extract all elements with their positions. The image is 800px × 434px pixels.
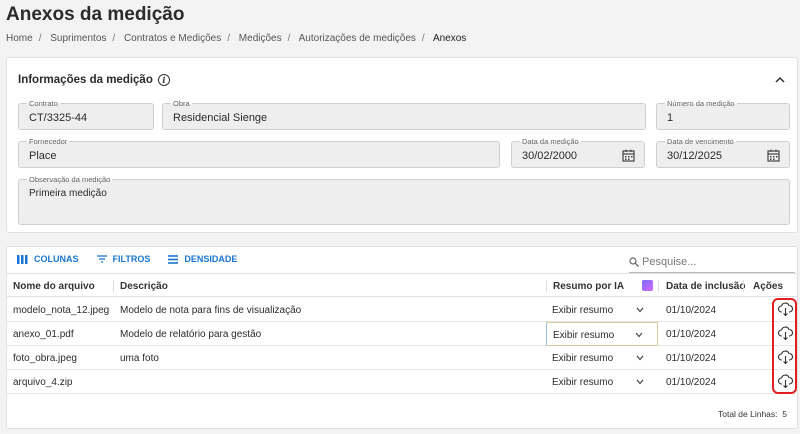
contrato-label: Contrato	[27, 99, 60, 108]
resumo-select[interactable]: Exibir resumo	[546, 322, 658, 346]
numero-medicao-field[interactable]: Número da medição 1	[656, 99, 790, 130]
calendar-icon[interactable]	[767, 149, 780, 162]
cell-name: modelo_nota_12.jpeg	[13, 305, 110, 316]
contrato-value: CT/3325-44	[29, 112, 88, 124]
filters-label: FILTROS	[112, 254, 151, 264]
data-vencimento-label: Data de vencimento	[665, 137, 736, 146]
resumo-value: Exibir resumo	[552, 305, 614, 316]
data-vencimento-field[interactable]: Data de vencimento 30/12/2025	[656, 137, 790, 168]
cell-date: 01/10/2024	[666, 377, 717, 388]
data-medicao-label: Data da medição	[520, 137, 581, 146]
cell-name: anexo_01.pdf	[13, 329, 74, 340]
density-label: DENSIDADE	[184, 254, 238, 264]
cell-name: arquivo_4.zip	[13, 377, 73, 388]
download-highlight	[772, 298, 797, 394]
data-vencimento-value: 30/12/2025	[667, 150, 723, 162]
contrato-field[interactable]: Contrato CT/3325-44	[18, 99, 154, 130]
breadcrumb-medicoes[interactable]: Medições	[239, 33, 282, 44]
attachments-grid: COLUNAS FILTROS DENSIDADE Pesquise... No…	[6, 246, 798, 429]
column-separator[interactable]	[113, 280, 114, 292]
breadcrumb-current: Anexos	[432, 33, 467, 44]
data-medicao-value: 30/02/2000	[522, 150, 578, 162]
ai-sparkle-icon	[642, 280, 653, 291]
columns-button[interactable]: COLUNAS	[17, 254, 79, 264]
resumo-value: Exibir resumo	[553, 330, 615, 341]
total-label: Total de Linhas:	[717, 409, 778, 419]
cell-desc: Modelo de nota para fins de visualização	[120, 305, 302, 316]
chevron-down-icon	[636, 307, 644, 313]
column-separator[interactable]	[743, 280, 744, 292]
grid-toolbar: COLUNAS FILTROS DENSIDADE	[17, 254, 237, 264]
chevron-down-icon	[636, 355, 644, 361]
search-input[interactable]: Pesquise...	[629, 256, 696, 268]
observacao-field[interactable]: Observação da medição Primeira medição	[18, 175, 790, 225]
breadcrumb-suprimentos[interactable]: Suprimentos	[50, 33, 106, 44]
header-name[interactable]: Nome do arquivo	[13, 281, 95, 292]
cell-name: foto_obra.jpeg	[13, 353, 77, 364]
columns-label: COLUNAS	[34, 254, 79, 264]
columns-icon	[17, 254, 28, 264]
breadcrumb-contratos[interactable]: Contratos e Medições	[124, 33, 221, 44]
column-separator[interactable]	[658, 280, 659, 292]
search-placeholder: Pesquise...	[642, 256, 697, 268]
calendar-icon[interactable]	[622, 149, 635, 162]
column-separator[interactable]	[546, 280, 547, 292]
breadcrumb: Home / Suprimentos / Contratos e Medições /…	[6, 33, 467, 44]
resumo-value: Exibir resumo	[552, 377, 614, 388]
total-rows: Total de Linhas: 5	[718, 409, 787, 419]
density-icon	[168, 254, 179, 264]
chevron-down-icon	[636, 379, 644, 385]
cell-desc: uma foto	[120, 353, 159, 364]
resumo-select[interactable]: Exibir resumo	[546, 370, 658, 394]
numero-value: 1	[667, 112, 674, 124]
table-row[interactable]: modelo_nota_12.jpeg Modelo de nota para …	[7, 298, 797, 322]
table-row[interactable]: arquivo_4.zip Exibir resumo 01/10/2024	[7, 370, 797, 394]
cell-desc: Modelo de relatório para gestão	[120, 329, 262, 340]
table-row[interactable]: anexo_01.pdf Modelo de relatório para ge…	[7, 322, 797, 346]
resumo-value: Exibir resumo	[552, 353, 614, 364]
header-resumo[interactable]: Resumo por IA	[553, 281, 624, 292]
info-card-title: Informações da medição i	[18, 74, 170, 86]
table-header: Nome do arquivo Descrição Resumo por IA …	[7, 273, 797, 297]
fornecedor-field[interactable]: Fornecedor Place	[18, 137, 500, 168]
density-button[interactable]: DENSIDADE	[168, 254, 237, 264]
filter-icon	[96, 255, 107, 263]
info-icon[interactable]: i	[157, 74, 170, 86]
observacao-value: Primeira medição	[29, 188, 107, 199]
observacao-label: Observação da medição	[27, 175, 113, 184]
obra-field[interactable]: Obra Residencial Sienge	[162, 99, 646, 130]
obra-label: Obra	[171, 99, 192, 108]
resumo-select[interactable]: Exibir resumo	[546, 298, 658, 322]
header-desc[interactable]: Descrição	[120, 281, 168, 292]
breadcrumb-home[interactable]: Home	[6, 33, 33, 44]
header-date[interactable]: Data de inclusão	[666, 281, 745, 292]
header-actions: Ações	[753, 281, 784, 292]
table-row[interactable]: foto_obra.jpeg uma foto Exibir resumo 01…	[7, 346, 797, 370]
cell-date: 01/10/2024	[666, 329, 717, 340]
obra-value: Residencial Sienge	[173, 112, 268, 124]
total-value: 5	[782, 409, 787, 419]
cell-date: 01/10/2024	[666, 305, 717, 316]
numero-label: Número da medição	[665, 99, 737, 108]
info-title-text: Informações da medição	[18, 74, 153, 86]
resumo-select[interactable]: Exibir resumo	[546, 346, 658, 370]
page-title: Anexos da medição	[6, 4, 185, 25]
cell-date: 01/10/2024	[666, 353, 717, 364]
fornecedor-value: Place	[29, 150, 57, 162]
chevron-down-icon	[635, 332, 643, 338]
info-card: Informações da medição i Contrato CT/332…	[6, 57, 798, 233]
breadcrumb-autorizacoes[interactable]: Autorizações de medições	[299, 33, 416, 44]
filters-button[interactable]: FILTROS	[96, 254, 151, 264]
chevron-up-icon[interactable]	[775, 75, 785, 85]
fornecedor-label: Fornecedor	[27, 137, 70, 146]
search-icon	[629, 257, 639, 267]
data-medicao-field[interactable]: Data da medição 30/02/2000	[511, 137, 645, 168]
